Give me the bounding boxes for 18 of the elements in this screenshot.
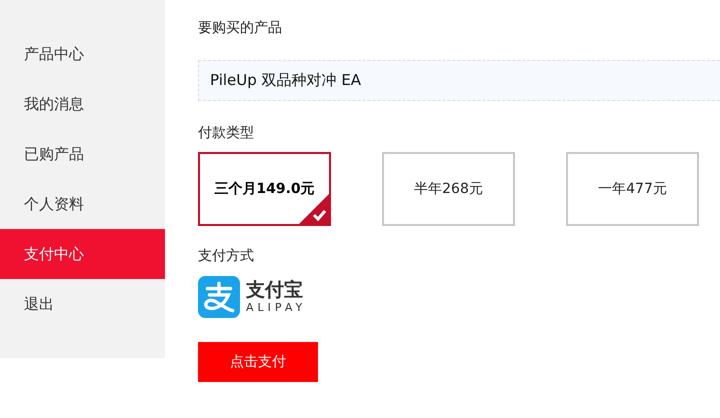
sidebar-item[interactable]: 已购产品 <box>0 129 165 179</box>
payment-option[interactable]: 三个月149.0元 <box>198 152 331 226</box>
logo-text: 支付宝 <box>246 279 304 301</box>
logo-subtext: ALIPAY <box>246 301 306 315</box>
sidebar-item[interactable]: 退出 <box>0 279 165 329</box>
sidebar-item[interactable]: 我的消息 <box>0 79 165 129</box>
sidebar-item[interactable]: 个人资料 <box>0 179 165 229</box>
sidebar-item[interactable]: 支付中心 <box>0 229 165 279</box>
product-field: PileUp 双品种对冲 EA <box>198 60 720 101</box>
check-icon <box>299 194 329 224</box>
alipay-logo-icon <box>198 276 240 318</box>
sidebar-item[interactable]: 产品中心 <box>0 29 165 79</box>
section-label: 要购买的产品 <box>198 19 283 38</box>
section-label: 付款类型 <box>198 124 255 143</box>
payment-option[interactable]: 一年477元 <box>566 152 699 226</box>
section-label: 支付方式 <box>198 247 255 266</box>
pay-button[interactable]: 点击支付 <box>198 342 318 382</box>
payment-option[interactable]: 半年268元 <box>382 152 515 226</box>
